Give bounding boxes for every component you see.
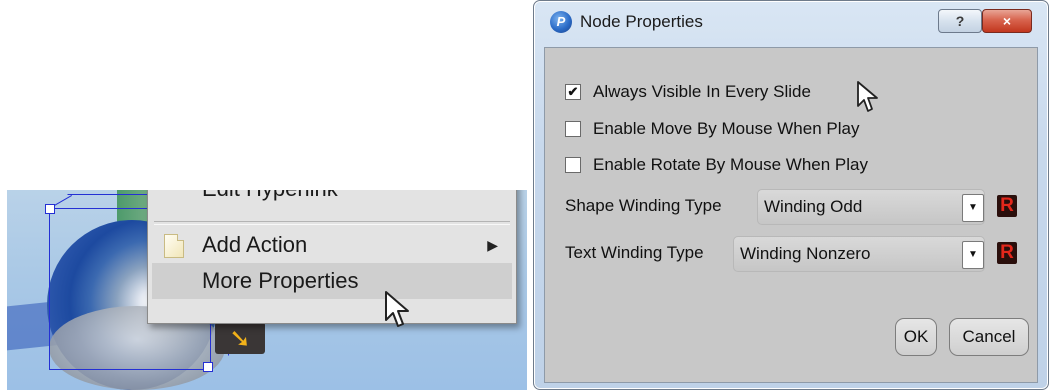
shape-winding-label: Shape Winding Type xyxy=(565,196,722,215)
scene-canvas[interactable]: ➘ Edit Hyperlink Add Action ▶ More Prope… xyxy=(7,190,527,390)
chevron-down-icon[interactable]: ▼ xyxy=(962,241,984,269)
checkbox-label: Enable Move By Mouse When Play xyxy=(593,119,860,138)
mouse-cursor-icon xyxy=(385,291,409,327)
menu-item-label: Add Action xyxy=(202,232,308,257)
text-winding-reset-button[interactable]: R xyxy=(997,242,1017,264)
shape-winding-reset-button[interactable]: R xyxy=(997,195,1017,217)
selection-handle[interactable] xyxy=(203,362,213,372)
checkbox-box[interactable] xyxy=(565,157,581,173)
checkbox-box[interactable]: ✔ xyxy=(565,84,581,100)
title-bar[interactable]: P Node Properties ? × xyxy=(534,1,1048,43)
node-properties-dialog: P Node Properties ? × ✔ Always Visible I… xyxy=(533,0,1049,390)
dialog-content: ✔ Always Visible In Every Slide Enable M… xyxy=(544,47,1038,383)
selection-handle[interactable] xyxy=(45,204,55,214)
text-winding-select[interactable]: Winding Nonzero ▼ xyxy=(733,236,985,272)
help-button[interactable]: ? xyxy=(938,9,982,33)
context-menu: Edit Hyperlink Add Action ▶ More Propert… xyxy=(147,190,517,324)
select-value: Winding Odd xyxy=(764,197,863,216)
ok-button[interactable]: OK xyxy=(895,318,937,356)
checkbox-label: Always Visible In Every Slide xyxy=(593,82,811,101)
submenu-arrow-icon: ▶ xyxy=(487,237,498,253)
menu-item-more-properties[interactable]: More Properties xyxy=(152,263,512,299)
cancel-button[interactable]: Cancel xyxy=(949,318,1029,356)
app-logo-icon: P xyxy=(550,11,572,33)
checkbox-box[interactable] xyxy=(565,121,581,137)
menu-item-label: Edit Hyperlink xyxy=(202,190,338,207)
menu-item-edit-hyperlink[interactable]: Edit Hyperlink xyxy=(152,190,512,207)
dialog-title: Node Properties xyxy=(580,12,703,31)
select-value: Winding Nonzero xyxy=(740,244,871,263)
action-arrow-icon[interactable]: ➘ xyxy=(215,322,265,354)
document-icon xyxy=(164,234,184,258)
chevron-down-icon[interactable]: ▼ xyxy=(962,194,984,222)
menu-separator xyxy=(154,221,510,225)
mouse-cursor-icon xyxy=(857,81,878,112)
menu-item-label: More Properties xyxy=(202,268,359,293)
text-winding-label: Text Winding Type xyxy=(565,243,704,262)
menu-item-add-action[interactable]: Add Action ▶ xyxy=(152,227,512,263)
shape-winding-select[interactable]: Winding Odd ▼ xyxy=(757,189,985,225)
close-button[interactable]: × xyxy=(982,9,1032,33)
checkbox-label: Enable Rotate By Mouse When Play xyxy=(593,155,868,174)
